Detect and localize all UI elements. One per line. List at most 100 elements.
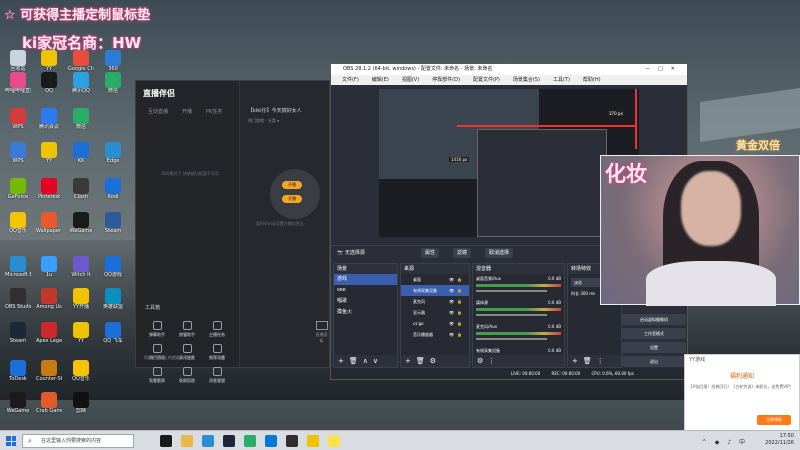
scene-toolbar[interactable]: +🗑∧∨ bbox=[334, 355, 397, 367]
start-button[interactable]: 开播 bbox=[282, 195, 302, 203]
desktop-icon[interactable]: WPS bbox=[5, 108, 31, 130]
mixer-toolbar[interactable]: ⚙⋮ bbox=[473, 355, 564, 367]
tool-item[interactable]: 观看截屏 bbox=[142, 367, 172, 384]
menu-item[interactable]: 停靠部件(D) bbox=[432, 75, 460, 85]
obs-icon[interactable] bbox=[286, 435, 298, 447]
file-explorer-icon[interactable] bbox=[181, 435, 193, 447]
desktop-icon[interactable]: QQ音乐 bbox=[68, 360, 94, 382]
tool-item[interactable]: 消息管理 bbox=[202, 367, 232, 384]
desktop-icon[interactable]: GeForce bbox=[5, 178, 31, 200]
deselect-button[interactable]: 取消选择 bbox=[485, 248, 514, 258]
desktop-icon[interactable]: 微信 bbox=[100, 72, 126, 94]
tray-icons[interactable]: ^ ◆ ♪ 中 bbox=[702, 437, 748, 446]
desktop-icon[interactable]: WeGame bbox=[5, 392, 31, 414]
desktop-icon[interactable]: Kodi bbox=[100, 178, 126, 200]
desktop-icon[interactable]: YY bbox=[68, 322, 94, 344]
desktop-icon[interactable]: Wallpaper Engine bbox=[36, 212, 62, 234]
source-item[interactable]: 音乐播放器 👁🔒 bbox=[401, 329, 469, 340]
helper-tab[interactable]: 互动直播 bbox=[148, 108, 168, 115]
toast-claim-button[interactable]: 立即领取 bbox=[757, 415, 791, 425]
source-item[interactable]: 桌面 👁🔒 bbox=[401, 274, 469, 285]
visibility-lock-icon[interactable]: 👁🔒 bbox=[449, 285, 465, 296]
menu-item[interactable]: 场景集合(S) bbox=[513, 75, 540, 85]
desktop-icon[interactable]: Steam bbox=[5, 322, 31, 344]
desktop-icon[interactable]: YY bbox=[36, 50, 62, 72]
desktop-icon[interactable]: QQ音乐 bbox=[5, 212, 31, 234]
store-icon[interactable] bbox=[265, 435, 277, 447]
desktop-icon[interactable]: YY开播 bbox=[68, 288, 94, 310]
scene-item[interactable]: 唱歌 bbox=[334, 296, 397, 307]
source-item[interactable]: 有线采集设备 👁🔒 bbox=[401, 285, 469, 296]
studio-mode-button[interactable]: 工作室模式 bbox=[622, 328, 686, 339]
start-button[interactable]: 开播 bbox=[282, 181, 302, 189]
room-title[interactable]: 【kiki仔】今天搞好女人 bbox=[248, 107, 302, 114]
volume-slider[interactable] bbox=[476, 290, 548, 292]
desktop-icon[interactable]: 腾讯会议 bbox=[36, 108, 62, 130]
exit-button[interactable]: 退出 bbox=[622, 356, 686, 367]
desktop-icon[interactable]: Witch It bbox=[68, 256, 94, 278]
desktop-icon[interactable]: 腾讯QQ bbox=[68, 72, 94, 94]
tool-item[interactable]: 主播任务 bbox=[202, 321, 232, 338]
live-helper-window[interactable]: 直播伴侣 互动直播 开播 PK任务 OBS模式下 快捷键功能暂不可用 工具箱 弹… bbox=[135, 80, 330, 383]
desktop-icon[interactable]: WPS bbox=[5, 142, 31, 164]
visibility-lock-icon[interactable]: 👁🔒 bbox=[449, 307, 465, 318]
mixer-channel[interactable]: 媒体源 0.0 dB bbox=[473, 298, 564, 322]
task-view-icon[interactable] bbox=[160, 435, 172, 447]
tool-item[interactable]: 房管助手 bbox=[172, 321, 202, 338]
desktop-icon[interactable]: Google Chrome bbox=[68, 50, 94, 72]
tool-item[interactable]: 弹幕助手 bbox=[142, 321, 172, 338]
volume-slider[interactable] bbox=[476, 314, 548, 316]
desktop-icon[interactable]: 回收站 bbox=[5, 50, 31, 72]
mixer-channel[interactable]: 麦克风/Aux 0.0 dB bbox=[473, 322, 564, 346]
visibility-lock-icon[interactable]: 👁🔒 bbox=[449, 329, 465, 340]
panel-button[interactable]: 直播面板 bbox=[314, 321, 329, 344]
scene-item[interactable]: see bbox=[334, 285, 397, 296]
app-icon[interactable] bbox=[328, 435, 340, 447]
settings-button[interactable]: 设置 bbox=[622, 342, 686, 353]
edge-icon[interactable] bbox=[202, 435, 214, 447]
desktop-icon[interactable]: Pinterest bbox=[36, 178, 62, 200]
desktop-icon[interactable]: OBS Studio bbox=[5, 288, 31, 310]
scene-item[interactable]: 游戏 bbox=[334, 274, 397, 285]
desktop-icon[interactable]: 剪映 bbox=[68, 392, 94, 414]
source-item[interactable]: 显示器 👁🔒 bbox=[401, 307, 469, 318]
source-toolbar[interactable]: +🗑⚙ bbox=[401, 355, 469, 367]
menu-item[interactable]: 视图(V) bbox=[402, 75, 419, 85]
helper-tab[interactable]: PK任务 bbox=[206, 108, 222, 115]
desktop-icon[interactable]: Clash bbox=[68, 178, 94, 200]
desktop-icon[interactable]: 微信 bbox=[68, 108, 94, 130]
virtual-camera-button[interactable]: 启动虚拟摄像机 bbox=[622, 314, 686, 325]
desktop-icon[interactable]: Edge bbox=[100, 142, 126, 164]
wechat-icon[interactable] bbox=[244, 435, 256, 447]
clock[interactable]: 17:50 2022/11/26 bbox=[765, 433, 794, 447]
filters-button[interactable]: 滤镜 bbox=[453, 248, 472, 258]
tool-item[interactable]: 录屏回放 bbox=[172, 367, 202, 384]
source-item[interactable]: cs:go 👁🔒 bbox=[401, 318, 469, 329]
visibility-lock-icon[interactable]: 👁🔒 bbox=[449, 274, 465, 285]
steam-icon[interactable] bbox=[223, 435, 235, 447]
mixer-channel[interactable]: 桌面音频/Aux 0.0 dB bbox=[473, 274, 564, 298]
transition-toolbar[interactable]: +🗑⋮ bbox=[568, 355, 621, 367]
room-category[interactable]: 热门游戏 · 分类 ▾ bbox=[248, 118, 279, 124]
desktop-icon[interactable]: ToDesk bbox=[5, 360, 31, 382]
menu-item[interactable]: 帮助(H) bbox=[583, 75, 601, 85]
desktop-icon[interactable]: Among Us bbox=[36, 288, 62, 310]
menu-item[interactable]: 配置文件(P) bbox=[473, 75, 500, 85]
desktop-icon[interactable]: Microsoft Edge bbox=[5, 256, 31, 278]
visibility-lock-icon[interactable]: 👁🔒 bbox=[449, 318, 465, 329]
tool-item[interactable]: 推荐流量 bbox=[202, 344, 232, 361]
taskbar-search[interactable]: ⌕ 在这里输入你要搜索的内容 bbox=[22, 434, 134, 448]
windows-start-icon[interactable] bbox=[6, 436, 16, 446]
desktop-icon[interactable]: Crab Game bbox=[36, 392, 62, 414]
helper-footer[interactable]: 如何把手机上的超级观看中 bbox=[144, 355, 192, 361]
menu-item[interactable]: 文件(F) bbox=[342, 75, 359, 85]
desktop-icon[interactable]: Counter-Strike 2 bbox=[36, 360, 62, 382]
volume-slider[interactable] bbox=[476, 338, 548, 340]
toast-notification[interactable]: YY游戏 福利通知 10倍回报！经典回归！《白蛇传说》来职业，送免费VIP！ 立… bbox=[684, 354, 800, 434]
desktop-icon[interactable]: 英雄联盟 bbox=[100, 288, 126, 310]
desktop-icon[interactable]: QQ 飞车 bbox=[100, 322, 126, 344]
desktop-icon[interactable]: 1u bbox=[36, 256, 62, 278]
scene-item[interactable]: 摸鱼火 bbox=[334, 307, 397, 318]
desktop-icon[interactable]: 哔哩哔哩直播 bbox=[5, 72, 31, 94]
yy-icon[interactable] bbox=[307, 435, 319, 447]
